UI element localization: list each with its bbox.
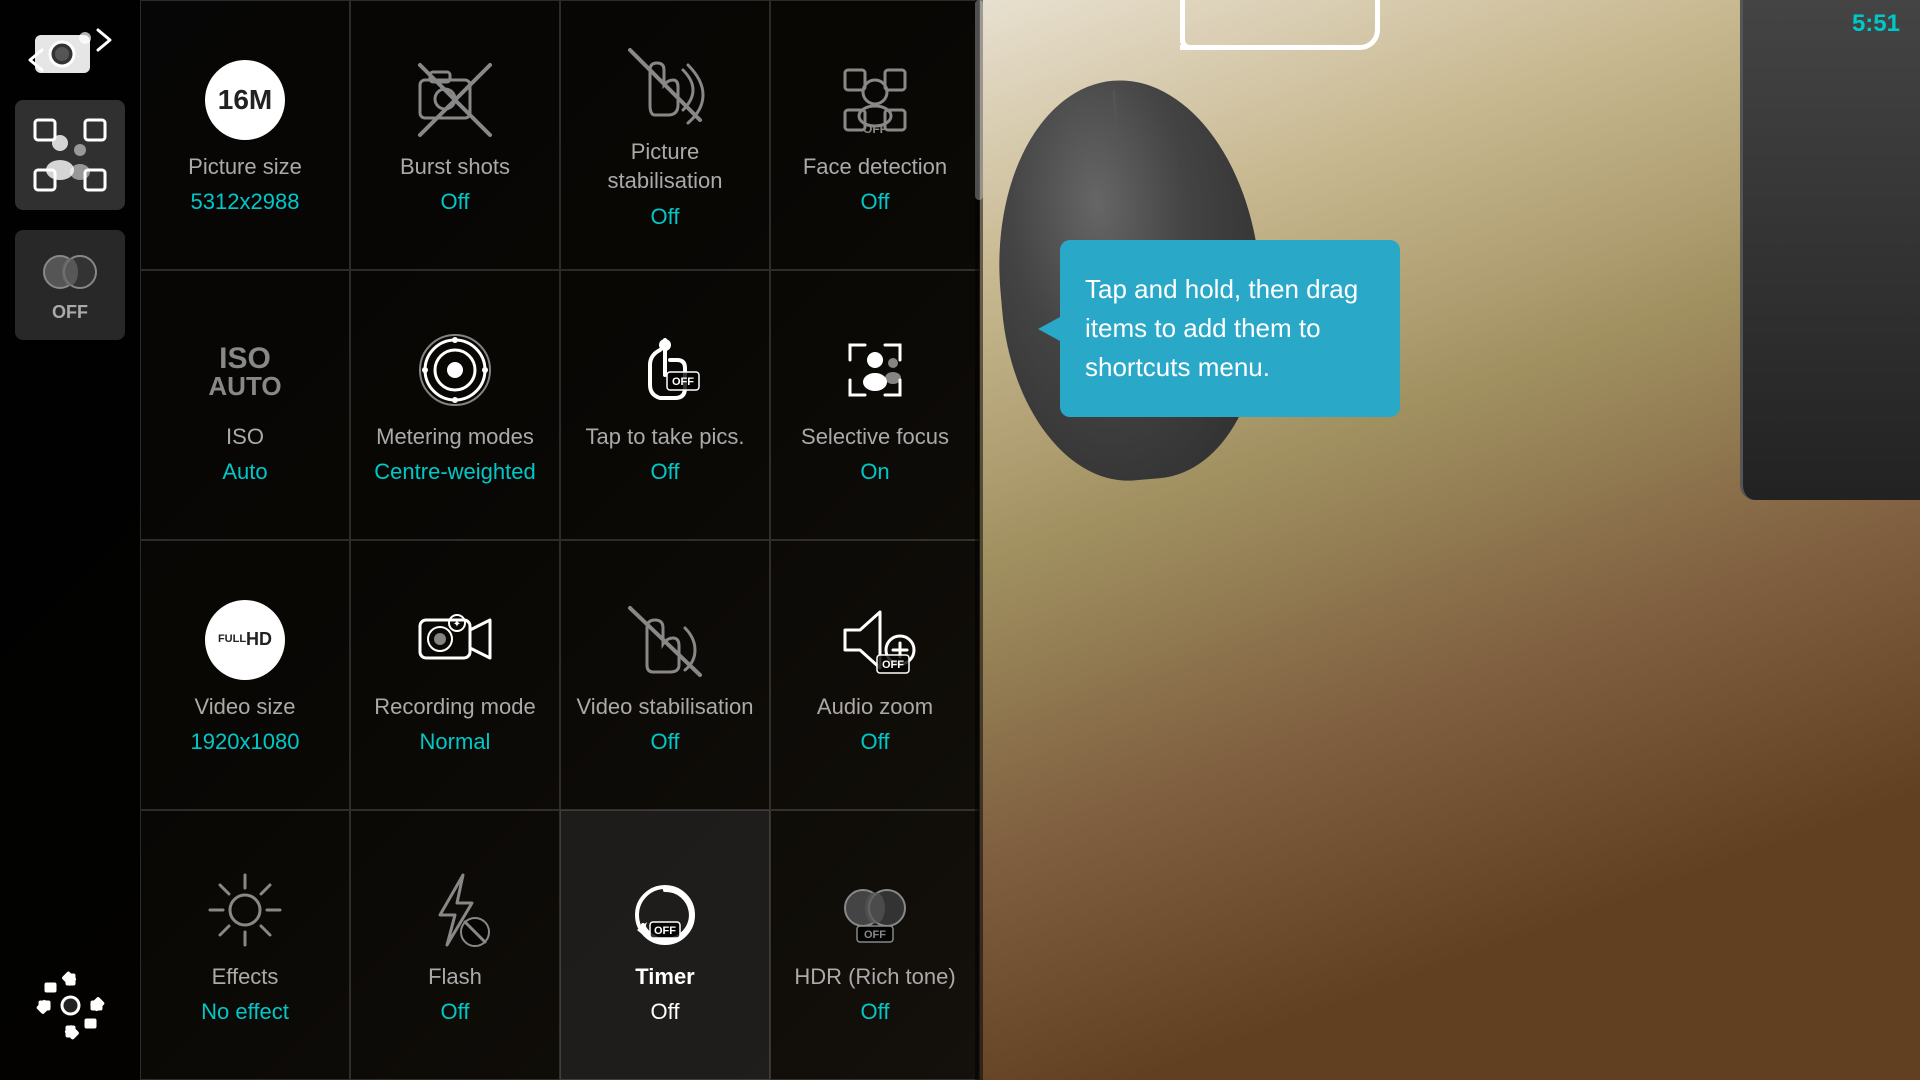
tap-to-take-cell[interactable]: OFF Tap to take pics. Off bbox=[560, 270, 770, 540]
svg-text:AUTO: AUTO bbox=[208, 371, 281, 401]
timer-value: Off bbox=[651, 999, 680, 1025]
video-stabilisation-icon bbox=[620, 595, 710, 685]
video-size-icon: FULL HD bbox=[200, 595, 290, 685]
timer-label: Timer bbox=[635, 963, 695, 992]
face-detection-value: Off bbox=[861, 189, 890, 215]
picture-stabilisation-value: Off bbox=[651, 204, 680, 230]
picture-size-cell[interactable]: 16M Picture size 5312x2988 bbox=[140, 0, 350, 270]
mouse-divider bbox=[1112, 91, 1119, 151]
mode-selector-button[interactable] bbox=[15, 100, 125, 210]
burst-shots-value: Off bbox=[441, 189, 470, 215]
iso-value: Auto bbox=[222, 459, 267, 485]
metering-modes-cell[interactable]: Metering modes Centre-weighted bbox=[350, 270, 560, 540]
svg-text:OFF: OFF bbox=[654, 925, 676, 937]
selective-focus-label: Selective focus bbox=[801, 423, 949, 452]
picture-stabilisation-cell[interactable]: Picture stabilisation Off bbox=[560, 0, 770, 270]
hdr-label: HDR (Rich tone) bbox=[794, 963, 955, 992]
iso-label: ISO bbox=[226, 423, 264, 452]
selective-focus-value: On bbox=[860, 459, 889, 485]
hdr-icon: OFF bbox=[830, 865, 920, 955]
video-stabilisation-label: Video stabilisation bbox=[577, 693, 754, 722]
video-stabilisation-value: Off bbox=[651, 729, 680, 755]
hdr-value: Off bbox=[861, 999, 890, 1025]
phone-device: 5:51 bbox=[1740, 0, 1920, 500]
camera-switch-button[interactable] bbox=[30, 20, 110, 80]
desk-background: Microsoft 5:51 bbox=[980, 0, 1920, 1080]
audio-zoom-value: Off bbox=[861, 729, 890, 755]
video-stabilisation-cell[interactable]: Video stabilisation Off bbox=[560, 540, 770, 810]
face-detection-cell[interactable]: OFF Face detection Off bbox=[770, 0, 980, 270]
settings-button[interactable] bbox=[35, 970, 105, 1040]
audio-zoom-cell[interactable]: OFF Audio zoom Off bbox=[770, 540, 980, 810]
burst-shots-icon bbox=[410, 55, 500, 145]
16m-badge: 16M bbox=[205, 60, 285, 140]
flash-label: Flash bbox=[428, 963, 482, 992]
flash-value: Off bbox=[441, 999, 470, 1025]
effects-value: No effect bbox=[201, 999, 289, 1025]
selective-focus-cell[interactable]: Selective focus On bbox=[770, 270, 980, 540]
iso-icon: ISO AUTO bbox=[200, 325, 290, 415]
tap-to-take-label: Tap to take pics. bbox=[586, 423, 745, 452]
timer-icon: OFF bbox=[620, 865, 710, 955]
svg-text:OFF: OFF bbox=[672, 376, 694, 388]
svg-text:✦: ✦ bbox=[453, 619, 461, 630]
picture-size-value: 5312x2988 bbox=[191, 189, 300, 215]
effects-label: Effects bbox=[212, 963, 279, 992]
metering-modes-icon bbox=[410, 325, 500, 415]
picture-stabilisation-label: Picture stabilisation bbox=[576, 138, 754, 195]
selective-focus-icon bbox=[830, 325, 920, 415]
picture-size-label: Picture size bbox=[188, 153, 302, 182]
audio-zoom-icon: OFF bbox=[830, 595, 920, 685]
audio-zoom-label: Audio zoom bbox=[817, 693, 933, 722]
timer-cell[interactable]: OFF Timer Off bbox=[560, 810, 770, 1080]
picture-stabilisation-icon bbox=[620, 40, 710, 130]
recording-mode-icon: ✦ bbox=[410, 595, 500, 685]
tooltip: Tap and hold, then drag items to add the… bbox=[1060, 240, 1400, 417]
full-hd-badge: FULL HD bbox=[205, 600, 285, 680]
effects-toggle-label: OFF bbox=[52, 302, 88, 323]
burst-shots-cell[interactable]: Burst shots Off bbox=[350, 0, 560, 270]
earphone-bud-left bbox=[1180, 0, 1220, 50]
scrollbar-thumb[interactable] bbox=[975, 0, 983, 200]
phone-time: 5:51 bbox=[1852, 10, 1900, 38]
effects-toggle-button[interactable]: OFF bbox=[15, 230, 125, 340]
effects-cell[interactable]: Effects No effect bbox=[140, 810, 350, 1080]
settings-grid: 16M Picture size 5312x2988 Burst shots O… bbox=[140, 0, 980, 1080]
video-size-cell[interactable]: FULL HD Video size 1920x1080 bbox=[140, 540, 350, 810]
scrollbar-track[interactable] bbox=[975, 0, 983, 1080]
recording-mode-label: Recording mode bbox=[374, 693, 535, 722]
face-detection-label: Face detection bbox=[803, 153, 947, 182]
flash-icon bbox=[410, 865, 500, 955]
video-size-value: 1920x1080 bbox=[191, 729, 300, 755]
burst-shots-label: Burst shots bbox=[400, 153, 510, 182]
metering-modes-value: Centre-weighted bbox=[374, 459, 535, 485]
flash-cell[interactable]: Flash Off bbox=[350, 810, 560, 1080]
iso-cell[interactable]: ISO AUTO ISO Auto bbox=[140, 270, 350, 540]
recording-mode-cell[interactable]: ✦ Recording mode Normal bbox=[350, 540, 560, 810]
metering-modes-label: Metering modes bbox=[376, 423, 534, 452]
svg-text:OFF: OFF bbox=[863, 122, 887, 136]
recording-mode-value: Normal bbox=[420, 729, 491, 755]
svg-text:OFF: OFF bbox=[882, 659, 904, 671]
effects-icon bbox=[200, 865, 290, 955]
tooltip-text: Tap and hold, then drag items to add the… bbox=[1085, 274, 1358, 382]
svg-text:OFF: OFF bbox=[864, 929, 886, 941]
video-size-label: Video size bbox=[194, 693, 295, 722]
face-detection-icon: OFF bbox=[830, 55, 920, 145]
tap-to-take-value: Off bbox=[651, 459, 680, 485]
tap-to-take-icon: OFF bbox=[620, 325, 710, 415]
sidebar: OFF bbox=[0, 0, 140, 1080]
picture-size-icon: 16M bbox=[200, 55, 290, 145]
hdr-cell[interactable]: OFF HDR (Rich tone) Off bbox=[770, 810, 980, 1080]
